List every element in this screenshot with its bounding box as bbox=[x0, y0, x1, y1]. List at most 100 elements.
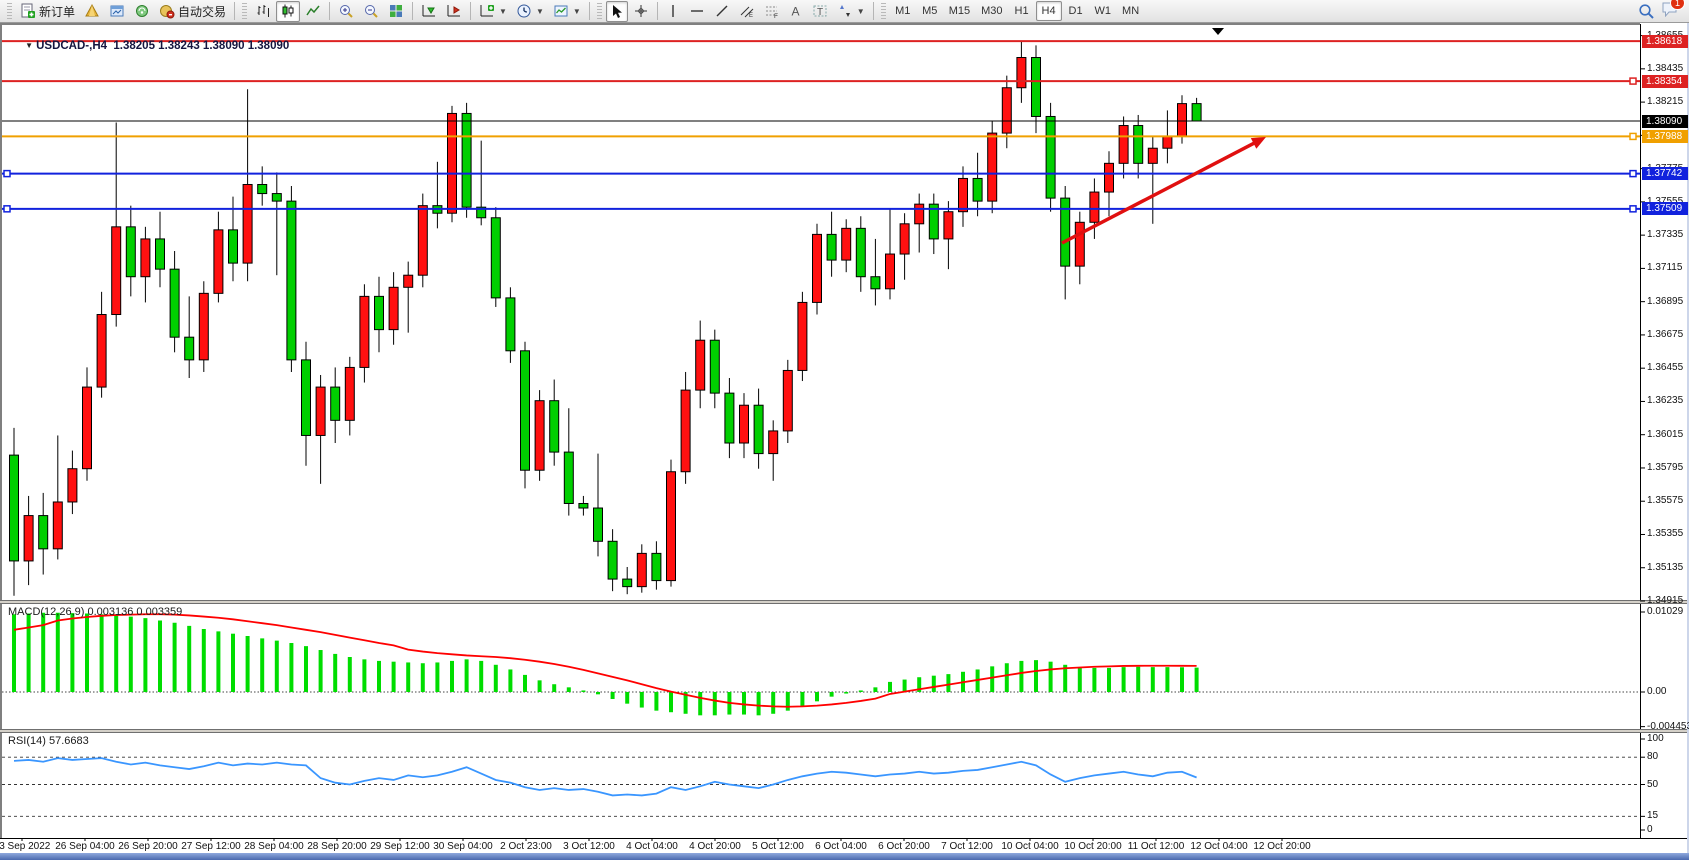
timeframe-mn-button[interactable]: MN bbox=[1117, 1, 1144, 21]
indicators-button[interactable]: ▼ bbox=[475, 1, 511, 22]
text-label-tool-button[interactable]: T bbox=[808, 1, 832, 22]
line-handle[interactable] bbox=[4, 206, 10, 212]
toolbar-grip[interactable] bbox=[242, 3, 247, 19]
time-axis-label: 27 Sep 12:00 bbox=[181, 841, 241, 852]
price-tick-label: 1.36455 bbox=[1647, 362, 1683, 374]
signals-button[interactable] bbox=[130, 1, 154, 22]
toolbar-separator bbox=[470, 2, 471, 20]
candle-body bbox=[389, 287, 398, 329]
dropdown-caret-icon: ▼ bbox=[536, 7, 544, 16]
line-handle[interactable] bbox=[1630, 171, 1636, 177]
tile-windows-button[interactable] bbox=[384, 1, 408, 22]
candle-body bbox=[316, 387, 325, 435]
macd-indicator-label: MACD(12,26,9) 0.003136 0.003359 bbox=[8, 606, 182, 618]
toolbar-grip[interactable] bbox=[7, 3, 12, 19]
candle-body bbox=[550, 401, 559, 452]
chart-canvas[interactable] bbox=[0, 23, 1689, 853]
candlestick-mode-button[interactable] bbox=[276, 1, 300, 22]
collapse-triangle-icon[interactable]: ▼ bbox=[25, 41, 33, 50]
timeframe-h4-button[interactable]: H4 bbox=[1036, 1, 1062, 21]
candle-body bbox=[39, 516, 48, 549]
toolbar-separator bbox=[412, 2, 413, 20]
candle-body bbox=[360, 296, 369, 367]
line-handle[interactable] bbox=[4, 171, 10, 177]
timeframe-m15-button[interactable]: M15 bbox=[944, 1, 975, 21]
price-tick-label: 100 bbox=[1647, 733, 1664, 745]
line-handle[interactable] bbox=[1630, 133, 1636, 139]
candle-body bbox=[331, 387, 340, 420]
horizontal-line-tool-button[interactable] bbox=[685, 1, 709, 22]
price-tick-label: 80 bbox=[1647, 751, 1658, 763]
auto-scroll-button[interactable] bbox=[417, 1, 441, 22]
templates-button[interactable]: ▼ bbox=[549, 1, 585, 22]
new-order-button[interactable]: 新订单 bbox=[16, 1, 79, 22]
time-axis-label: 26 Sep 20:00 bbox=[118, 841, 178, 852]
time-axis-label: 6 Oct 20:00 bbox=[878, 841, 930, 852]
autotrading-button[interactable]: 自动交易 bbox=[155, 1, 230, 22]
candle-body bbox=[637, 553, 646, 586]
toolbar-separator bbox=[234, 2, 235, 20]
indicators-icon bbox=[479, 3, 495, 19]
timeframe-m30-button[interactable]: M30 bbox=[976, 1, 1007, 21]
toolbar-grip[interactable] bbox=[881, 3, 886, 19]
toolbar-grip[interactable] bbox=[597, 3, 602, 19]
candle-body bbox=[1148, 148, 1157, 163]
search-icon[interactable] bbox=[1638, 3, 1655, 20]
zoom-in-button[interactable] bbox=[334, 1, 358, 22]
zoom-out-button[interactable] bbox=[359, 1, 383, 22]
auto-scroll-icon bbox=[421, 3, 437, 19]
dropdown-caret-icon: ▼ bbox=[499, 7, 507, 16]
candle-body bbox=[564, 452, 573, 503]
chart-shift-button[interactable] bbox=[442, 1, 466, 22]
candlestick-icon bbox=[280, 3, 296, 19]
time-axis-label: 30 Sep 04:00 bbox=[433, 841, 493, 852]
vertical-line-tool-button[interactable] bbox=[662, 1, 684, 22]
candle-body bbox=[491, 218, 500, 298]
candle-body bbox=[448, 113, 457, 213]
market-watch-button[interactable] bbox=[105, 1, 129, 22]
candle-body bbox=[973, 178, 982, 201]
line-chart-icon bbox=[305, 3, 321, 19]
timeframe-m1-button[interactable]: M1 bbox=[890, 1, 916, 21]
timeframe-d1-button[interactable]: D1 bbox=[1063, 1, 1089, 21]
timeframe-w1-button[interactable]: W1 bbox=[1090, 1, 1117, 21]
candle-body bbox=[915, 204, 924, 224]
shapes-icon bbox=[837, 3, 853, 19]
timeframe-m5-button[interactable]: M5 bbox=[917, 1, 943, 21]
crosshair-tool-button[interactable] bbox=[629, 1, 653, 22]
price-tick-label: 1.35135 bbox=[1647, 562, 1683, 574]
price-tick-label: 1.36895 bbox=[1647, 296, 1683, 308]
channel-tool-button[interactable]: E bbox=[735, 1, 759, 22]
fibonacci-tool-button[interactable]: F bbox=[760, 1, 784, 22]
time-axis-label: 29 Sep 12:00 bbox=[370, 841, 430, 852]
timeframe-h1-button[interactable]: H1 bbox=[1009, 1, 1035, 21]
candle-body bbox=[170, 269, 179, 337]
price-tick-label: 1.37335 bbox=[1647, 229, 1683, 241]
candle-body bbox=[842, 228, 851, 260]
notifications-button[interactable]: 1 bbox=[1661, 1, 1679, 22]
candle-body bbox=[521, 351, 530, 470]
bar-chart-mode-button[interactable] bbox=[251, 1, 275, 22]
price-tick-label: 15 bbox=[1647, 810, 1658, 822]
candle-body bbox=[740, 405, 749, 443]
text-tool-button[interactable]: A bbox=[785, 1, 807, 22]
periods-button[interactable]: ▼ bbox=[512, 1, 548, 22]
candle-body bbox=[1090, 192, 1099, 222]
line-handle[interactable] bbox=[1630, 206, 1636, 212]
bar-chart-icon bbox=[255, 3, 271, 19]
cursor-tool-button[interactable] bbox=[606, 1, 628, 22]
line-handle[interactable] bbox=[1630, 78, 1636, 84]
time-axis-label: 4 Oct 20:00 bbox=[689, 841, 741, 852]
profiles-button[interactable] bbox=[80, 1, 104, 22]
trendline-tool-button[interactable] bbox=[710, 1, 734, 22]
chart-shift-icon bbox=[446, 3, 462, 19]
zoom-out-icon bbox=[363, 3, 379, 19]
line-chart-mode-button[interactable] bbox=[301, 1, 325, 22]
cursor-icon bbox=[610, 4, 624, 19]
new-order-label: 新订单 bbox=[39, 3, 75, 20]
candle-body bbox=[1192, 104, 1201, 121]
dropdown-caret-icon: ▼ bbox=[573, 7, 581, 16]
fibonacci-icon: F bbox=[764, 3, 780, 19]
candle-body bbox=[258, 184, 267, 193]
arrows-tool-button[interactable]: ▼ bbox=[833, 1, 869, 22]
